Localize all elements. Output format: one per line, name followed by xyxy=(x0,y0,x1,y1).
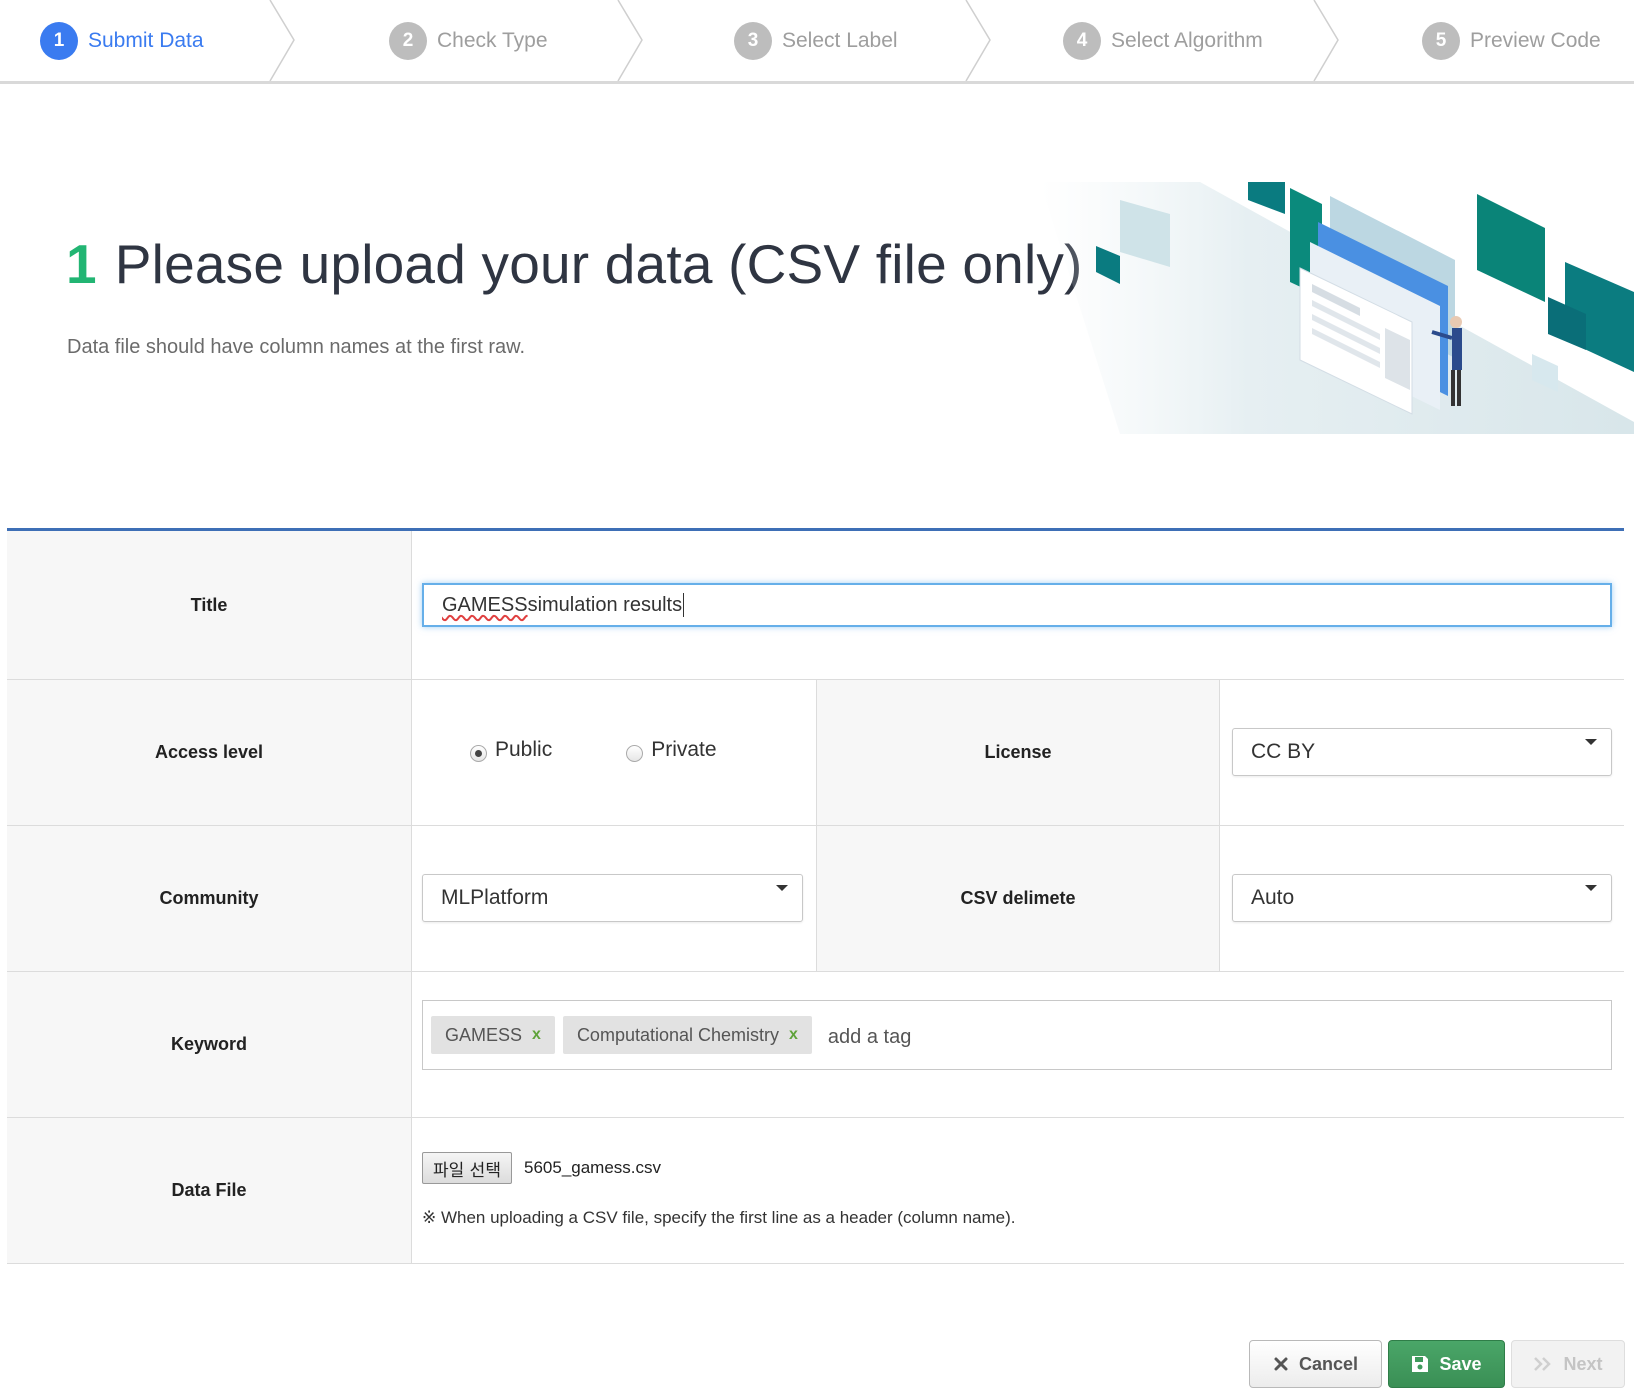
license-label: License xyxy=(816,680,1220,825)
data-file-label: Data File xyxy=(7,1118,412,1263)
radio-public-label: Public xyxy=(495,738,553,761)
step-submit-data[interactable]: 1 Submit Data xyxy=(40,0,204,81)
access-public-option[interactable]: Public xyxy=(470,738,552,762)
title-input-misspelled-word: GAMESS xyxy=(442,593,528,616)
step-label: Select Algorithm xyxy=(1111,28,1263,52)
keyword-tags-input[interactable]: GAMESS x Computational Chemistry x add a… xyxy=(422,1000,1612,1070)
step-separator-icon xyxy=(965,0,991,81)
step-number: 3 xyxy=(734,21,772,60)
keyword-label: Keyword xyxy=(7,972,412,1117)
title-label: Title xyxy=(7,531,412,679)
save-button[interactable]: Save xyxy=(1388,1340,1505,1388)
step-label: Submit Data xyxy=(88,28,204,52)
step-number: 2 xyxy=(389,21,427,60)
keyword-tag-text: Computational Chemistry xyxy=(576,1024,780,1045)
caret-down-icon xyxy=(776,885,788,891)
access-private-option[interactable]: Private xyxy=(626,738,717,762)
form-row-community-delimiter: Community MLPlatform CSV delimete Auto xyxy=(7,826,1624,972)
text-caret xyxy=(683,593,685,617)
step-label: Select Label xyxy=(782,28,898,52)
data-file-note: ※ When uploading a CSV file, specify the… xyxy=(422,1208,1016,1227)
close-icon xyxy=(1273,1356,1289,1372)
title-input[interactable]: GAMESS simulation results xyxy=(422,583,1612,627)
upload-illustration-icon xyxy=(1040,182,1634,434)
page-subtitle: Data file should have column names at th… xyxy=(67,336,526,358)
csv-delimiter-cell: Auto xyxy=(1220,826,1623,971)
next-button-label: Next xyxy=(1563,1353,1603,1374)
hero-banner: 1 Please upload your data (CSV file only)… xyxy=(0,84,1634,530)
form-row-data-file: Data File 파일 선택 5605_gamess.csv ※ When u… xyxy=(7,1118,1624,1264)
keyword-tag: GAMESS x xyxy=(431,1016,555,1054)
page-title-text: Please upload your data (CSV file only) xyxy=(114,233,1083,295)
access-level-cell: Public Private xyxy=(412,680,816,825)
step-label: Check Type xyxy=(437,28,548,52)
cancel-button[interactable]: Cancel xyxy=(1249,1340,1382,1388)
data-file-cell: 파일 선택 5605_gamess.csv ※ When uploading a… xyxy=(412,1118,1623,1263)
access-level-label: Access level xyxy=(7,680,412,825)
choose-file-button[interactable]: 파일 선택 xyxy=(422,1152,512,1184)
radio-private-label: Private xyxy=(651,738,717,761)
step-heading-number: 1 xyxy=(66,233,97,295)
csv-delimiter-select[interactable]: Auto xyxy=(1232,874,1612,922)
csv-delimiter-label: CSV delimete xyxy=(816,826,1220,971)
title-input-text: simulation results xyxy=(527,593,683,616)
add-tag-input[interactable]: add a tag xyxy=(828,1026,911,1049)
csv-delimiter-select-value: Auto xyxy=(1251,886,1295,909)
community-cell: MLPlatform xyxy=(412,826,816,971)
tag-remove-icon[interactable]: x xyxy=(532,1026,541,1044)
license-cell: CC BY xyxy=(1220,680,1623,825)
form-row-access-license: Access level Public Private License CC B… xyxy=(7,680,1624,826)
title-cell: GAMESS simulation results xyxy=(412,531,1623,679)
step-number: 1 xyxy=(40,21,78,60)
radio-private[interactable] xyxy=(626,744,644,762)
license-select-value: CC BY xyxy=(1251,740,1316,763)
step-number: 4 xyxy=(1063,21,1101,60)
cancel-button-label: Cancel xyxy=(1298,1353,1359,1374)
license-select[interactable]: CC BY xyxy=(1232,728,1612,776)
step-select-algorithm[interactable]: 4 Select Algorithm xyxy=(1063,0,1263,81)
floppy-disk-icon xyxy=(1411,1355,1429,1373)
form-row-keyword: Keyword GAMESS x Computational Chemistry… xyxy=(7,972,1624,1118)
community-label: Community xyxy=(7,826,412,971)
selected-file-name: 5605_gamess.csv xyxy=(524,1158,662,1177)
caret-down-icon xyxy=(1585,885,1597,891)
community-select[interactable]: MLPlatform xyxy=(422,874,803,922)
tag-remove-icon[interactable]: x xyxy=(789,1026,798,1044)
step-separator-icon xyxy=(617,0,643,81)
save-button-label: Save xyxy=(1439,1353,1482,1374)
step-separator-icon xyxy=(269,0,295,81)
upload-form: Title GAMESS simulation results Access l… xyxy=(7,528,1624,1264)
step-check-type[interactable]: 2 Check Type xyxy=(389,0,548,81)
caret-down-icon xyxy=(1585,739,1597,745)
community-select-value: MLPlatform xyxy=(441,886,549,909)
step-preview-code[interactable]: 5 Preview Code xyxy=(1422,0,1601,81)
next-button[interactable]: Next xyxy=(1511,1340,1625,1388)
step-select-label[interactable]: 3 Select Label xyxy=(734,0,898,81)
keyword-tag-text: GAMESS xyxy=(445,1024,523,1045)
page-title: 1 Please upload your data (CSV file only) xyxy=(66,232,1083,296)
double-chevron-right-icon xyxy=(1533,1356,1553,1372)
step-label: Preview Code xyxy=(1470,28,1601,52)
form-row-title: Title GAMESS simulation results xyxy=(7,531,1624,680)
step-number: 5 xyxy=(1422,21,1460,60)
step-separator-icon xyxy=(1313,0,1339,81)
wizard-stepper: 1 Submit Data 2 Check Type 3 Select Labe… xyxy=(0,0,1634,84)
access-level-radio-group: Public Private xyxy=(470,738,791,762)
keyword-tag: Computational Chemistry x xyxy=(562,1016,812,1054)
radio-public[interactable] xyxy=(470,744,487,762)
keyword-cell: GAMESS x Computational Chemistry x add a… xyxy=(412,972,1623,1117)
